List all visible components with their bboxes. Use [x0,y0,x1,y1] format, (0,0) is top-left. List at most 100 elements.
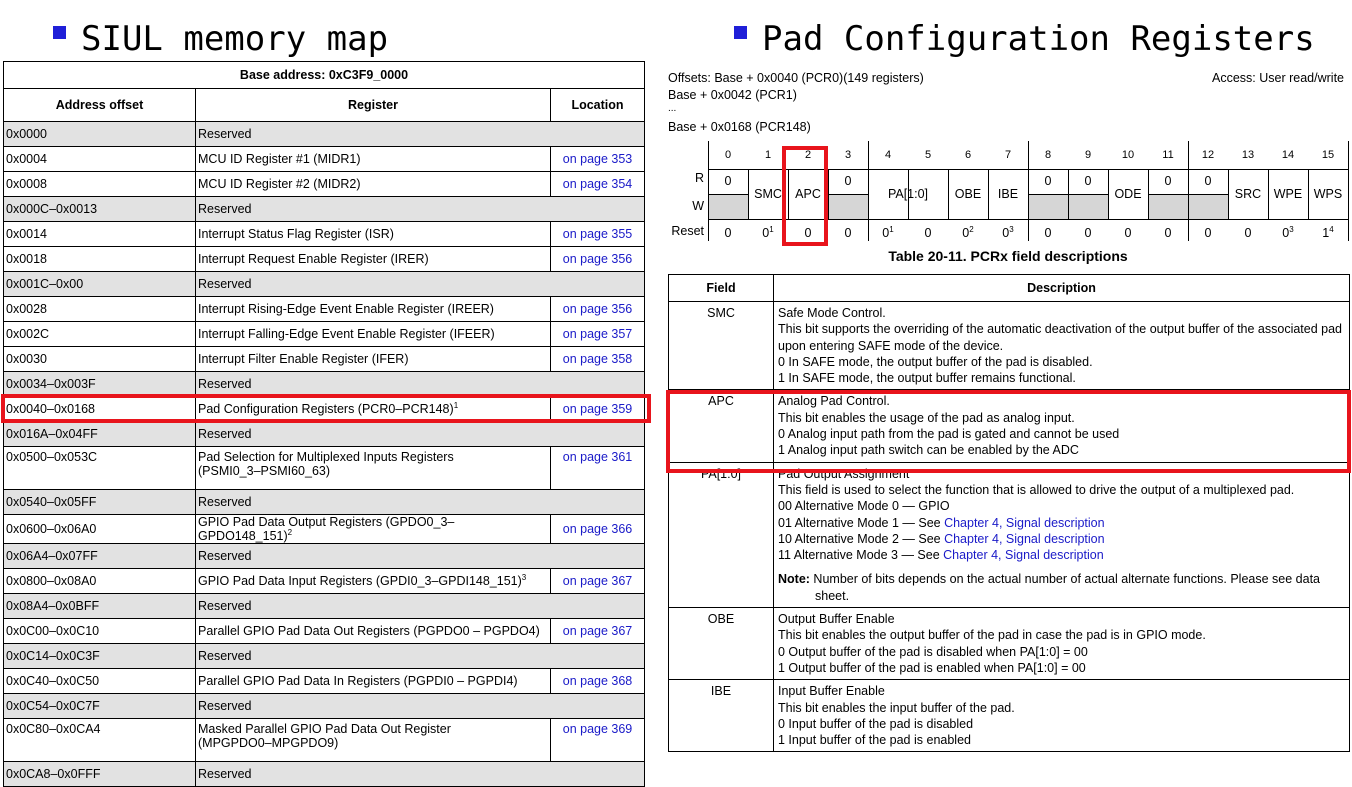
description-line: This bit enables the usage of the pad as… [778,410,1075,425]
page-link[interactable]: on page 356 [549,296,646,322]
grid-line [708,141,709,241]
grid-line [1348,141,1349,241]
heading-text: Pad Configuration Registers [762,19,1315,59]
mode-text: 10 Alternative Mode 2 — See [778,531,945,546]
register-name-cont: (PSMI0_3–PSMI60_63) [198,464,331,478]
table-row: OBE Output Buffer Enable This bit enables … [668,607,1350,681]
table-row: 0x0540–0x05FF Reserved [3,489,646,515]
write-reserved-area [708,194,748,219]
register-cell: GPIO Pad Data Input Registers (GPDI0_3–G… [195,568,551,594]
page-link[interactable]: on page 361 [549,446,646,490]
grid-line [948,169,949,219]
r-zero-bit: 0 [724,174,732,188]
field-wps: WPS [1313,187,1343,201]
col-field: Field [668,274,774,302]
table-row: 0x0800–0x08A0 GPIO Pad Data Input Registe… [3,568,646,594]
write-reserved-area [1148,194,1188,219]
page-link[interactable]: on page 353 [549,146,646,172]
address-offset-cell: 0x0C40–0x0C50 [3,668,196,694]
register-cell: Interrupt Status Flag Register (ISR) [195,221,551,247]
col-register: Register [195,88,551,122]
table-row: 0x000C–0x0013 Reserved [3,196,646,222]
offsets-line-3: Base + 0x0168 (PCR148) [668,120,811,134]
bit-number: 0 [724,149,732,161]
row-label-w: W [692,199,704,213]
page-link[interactable]: on page 366 [549,514,646,544]
reset-bit: 0 [1228,223,1268,243]
field-name: SMC [668,300,774,391]
table-row: 0x0008 MCU ID Register #2 (MIDR2) on page … [3,171,646,197]
address-offset-cell: 0x06A4–0x07FF [3,543,196,569]
register-name: Interrupt Rising-Edge Event Enable Regis… [198,302,494,316]
chapter-link[interactable]: Chapter 4, Signal description [943,548,1104,562]
address-offset-cell: 0x0C54–0x0C7F [3,693,196,719]
register-cell: Interrupt Falling-Edge Event Enable Regi… [195,321,551,347]
chapter-link[interactable]: Chapter 4, Signal description [944,516,1105,530]
grid-line [1068,194,1108,195]
bullet-icon [734,25,747,39]
reset-bit: 01 [868,223,908,243]
footnote-marker: 3 [521,572,527,582]
description-line: This bit enables the output buffer of th… [778,628,1206,643]
register-name: Reserved [198,767,252,781]
table-row: 0x06A4–0x07FF Reserved [3,543,646,569]
register-cell: Reserved [194,121,646,147]
register-name: MCU ID Register #2 (MIDR2) [198,177,361,191]
field-table-body: SMC Safe Mode Control. This bit supports t… [668,300,1350,753]
description-line: Safe Mode Control. [778,306,886,320]
field-description: Analog Pad Control. This bit enables the … [773,389,1350,463]
address-offset-cell: 0x0004 [3,146,196,172]
register-name: Reserved [198,377,252,391]
register-cell: Reserved [194,421,646,447]
table-row: 0x0600–0x06A0 GPIO Pad Data Output Regist… [3,514,646,544]
chapter-link[interactable]: Chapter 4, Signal description [944,532,1105,546]
register-name: Masked Parallel GPIO Pad Data Out Regist… [198,722,451,736]
table-row: 0x0030 Interrupt Filter Enable Register (… [3,346,646,372]
page-link[interactable]: on page 358 [549,346,646,372]
table-row: 0x0C14–0x0C3F Reserved [3,643,646,669]
bit-number: 10 [1121,149,1135,161]
bit-number: 12 [1201,149,1215,161]
access-text: Access: User read/write [1212,71,1344,85]
register-name: Interrupt Request Enable Register (IRER) [198,252,429,266]
register-name-cont: (MPGPDO0–MPGPDO9) [198,736,339,750]
field-description-table: Field Description SMC Safe Mode Control. T… [668,274,1350,753]
grid-line [1308,169,1309,219]
note: Note: Number of bits depends on the actu… [778,571,1345,604]
description-line: This field is used to select the functio… [778,482,1295,497]
register-name: Reserved [198,427,252,441]
field-smc: SMC [754,187,782,201]
page-link[interactable]: on page 359 [549,396,646,422]
description-line: This bit enables the input buffer of the… [778,700,1015,715]
register-cell: Reserved [194,543,646,569]
bullet-icon [53,25,66,39]
register-cell: Reserved [194,489,646,515]
field-name: APC [668,389,774,463]
table-row: 0x0C40–0x0C50 Parallel GPIO Pad Data In R… [3,668,646,694]
register-cell: Reserved [194,371,646,397]
field-name: OBE [668,607,774,681]
description-line: Input Buffer Enable [778,684,885,699]
description-line: Analog Pad Control. [778,394,890,409]
page-link[interactable]: on page 354 [549,171,646,197]
page-link[interactable]: on page 367 [549,568,646,594]
page-link[interactable]: on page 355 [549,221,646,247]
col-location: Location [549,88,646,122]
page-link[interactable]: on page 369 [549,718,646,762]
page-link[interactable]: on page 368 [549,668,646,694]
reset-bit: 0 [788,223,828,243]
page-link[interactable]: on page 367 [549,618,646,644]
offsets-line-1: Offsets: Base + 0x0040 (PCR0)(149 regist… [668,71,924,85]
page-link[interactable]: on page 356 [549,246,646,272]
row-label-reset: Reset [671,224,704,238]
page-link[interactable]: on page 357 [549,321,646,347]
footnote-marker: 4 [1329,224,1334,234]
register-name: Reserved [198,277,252,291]
bit-number: 1 [764,149,772,161]
register-name: Reserved [198,599,252,613]
reset-bit: 03 [988,223,1028,243]
reset-value: 0 [1124,226,1132,240]
bit-number: 6 [964,149,972,161]
description-line: 0 Output buffer of the pad is disabled w… [778,644,1088,659]
write-reserved-area [1188,194,1228,219]
